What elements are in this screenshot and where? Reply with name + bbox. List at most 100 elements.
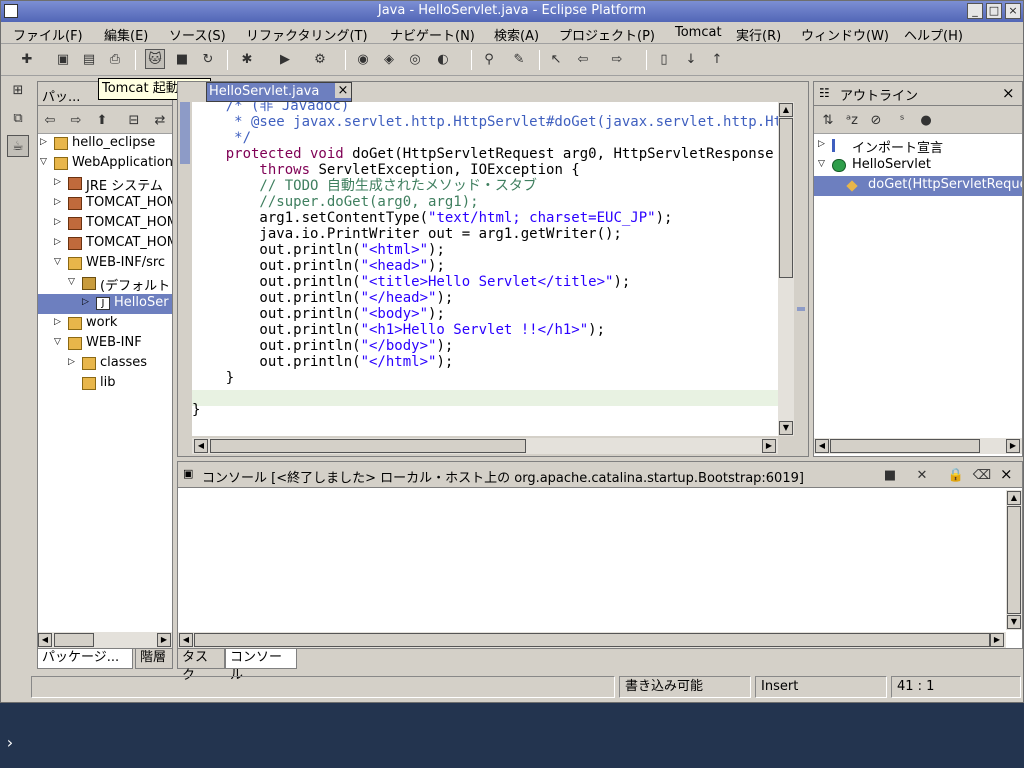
outline-item[interactable]: ▽ HelloServlet xyxy=(814,156,1022,176)
new-package-icon[interactable]: ◈ xyxy=(379,49,399,69)
expand-icon[interactable]: ▷ xyxy=(54,197,61,207)
console-tab[interactable]: ▣ コンソール [<終了しました> ローカル・ホスト上の org.apache.… xyxy=(178,462,1022,488)
close-icon[interactable]: × xyxy=(1002,84,1015,102)
expand-icon[interactable]: ▷ xyxy=(40,137,47,147)
menu-run[interactable]: 実行(R) xyxy=(736,25,781,44)
scroll-down-button[interactable]: ▼ xyxy=(1007,615,1021,629)
console-hscroll[interactable]: ◀ ▶ xyxy=(178,632,1006,648)
show-source-only-icon[interactable]: ▯ xyxy=(654,49,674,69)
expand-icon[interactable]: ▷ xyxy=(818,139,825,149)
clear-console-icon[interactable]: ⌫ xyxy=(972,465,992,485)
remove-launch-icon[interactable]: ✕ xyxy=(912,465,932,485)
tomcat-start-icon[interactable]: 🐱 xyxy=(145,49,165,69)
next-annotation-icon[interactable]: ↓ xyxy=(681,49,701,69)
scroll-thumb[interactable] xyxy=(210,439,526,453)
expand-icon[interactable]: ▷ xyxy=(54,237,61,247)
resource-perspective-icon[interactable]: ⧉ xyxy=(7,107,29,129)
menu-source[interactable]: ソース(S) xyxy=(169,25,226,44)
tomcat-restart-icon[interactable]: ↻ xyxy=(198,49,218,69)
scroll-thumb[interactable] xyxy=(1007,506,1021,614)
tree-item[interactable]: ▷ work xyxy=(38,314,172,334)
link-with-editor-icon[interactable]: ⇄ xyxy=(150,110,170,130)
scroll-right-button[interactable]: ▶ xyxy=(762,439,776,453)
scroll-left-button[interactable]: ◀ xyxy=(194,439,208,453)
save-icon[interactable]: ▣ xyxy=(53,49,73,69)
scroll-left-button[interactable]: ◀ xyxy=(38,633,52,647)
scroll-left-button[interactable]: ◀ xyxy=(815,439,829,453)
alphabetical-sort-icon[interactable]: ᵃz xyxy=(842,110,862,130)
window-titlebar[interactable]: Java - HelloServlet.java - Eclipse Platf… xyxy=(1,1,1023,22)
menu-tomcat[interactable]: Tomcat xyxy=(675,25,722,40)
close-icon[interactable]: × xyxy=(335,83,351,98)
outline-item[interactable]: doGet(HttpServletReque xyxy=(814,176,1022,196)
minimize-button[interactable]: _ xyxy=(967,3,983,19)
menu-search[interactable]: 検索(A) xyxy=(494,25,539,44)
hide-fields-icon[interactable]: ⊘ xyxy=(866,110,886,130)
scroll-down-button[interactable]: ▼ xyxy=(779,421,793,435)
tab-tasks[interactable]: タスク xyxy=(177,649,225,683)
sort-icon[interactable]: ⇅ xyxy=(818,110,838,130)
expand-icon[interactable]: ▷ xyxy=(82,297,89,307)
collapse-icon[interactable]: ▽ xyxy=(40,157,47,167)
tree-item[interactable]: ▽ WEB-INF xyxy=(38,334,172,354)
collapse-icon[interactable]: ▽ xyxy=(54,257,61,267)
last-edit-icon[interactable]: ↖ xyxy=(546,49,566,69)
menu-window[interactable]: ウィンドウ(W) xyxy=(801,25,889,44)
scroll-right-button[interactable]: ▶ xyxy=(1006,439,1020,453)
tab-console[interactable]: コンソール xyxy=(225,649,297,683)
close-icon[interactable]: × xyxy=(1000,465,1013,483)
back-icon[interactable]: ⇦ xyxy=(40,110,60,130)
new-wizard-icon[interactable]: ✚ xyxy=(17,49,37,69)
print-icon[interactable]: ⎙ xyxy=(105,49,125,69)
menu-refactor[interactable]: リファクタリング(T) xyxy=(246,25,368,44)
collapse-icon[interactable]: ▽ xyxy=(54,337,61,347)
tree-item[interactable]: ▷ TOMCAT_HOME/c xyxy=(38,214,172,234)
collapse-all-icon[interactable]: ⊟ xyxy=(124,110,144,130)
tree-item[interactable]: ▽ (デフォルト xyxy=(38,274,172,294)
scroll-up-button[interactable]: ▲ xyxy=(779,103,793,117)
expand-icon[interactable]: ▷ xyxy=(54,177,61,187)
hide-nonpublic-icon[interactable]: ● xyxy=(916,110,936,130)
previous-annotation-icon[interactable]: ↑ xyxy=(707,49,727,69)
run-icon[interactable]: ▶ xyxy=(275,49,295,69)
new-java-project-icon[interactable]: ◉ xyxy=(353,49,373,69)
collapse-icon[interactable]: ▽ xyxy=(68,277,75,287)
collapse-icon[interactable]: ▽ xyxy=(818,159,825,169)
open-perspective-icon[interactable]: ⊞ xyxy=(7,79,29,101)
desktop-chevron-right-icon[interactable]: › xyxy=(0,730,20,756)
tree-item[interactable]: ▷ hello_eclipse xyxy=(38,134,172,154)
annotation-marker[interactable] xyxy=(797,307,805,311)
tree-item[interactable]: ▷ classes xyxy=(38,354,172,374)
console-output[interactable] xyxy=(178,488,1004,630)
menu-help[interactable]: ヘルプ(H) xyxy=(904,25,963,44)
search-icon[interactable]: ⚲ xyxy=(479,49,499,69)
open-type-icon[interactable]: ◐ xyxy=(433,49,453,69)
tree-item[interactable]: ▷ TOMCAT_HOME/c xyxy=(38,194,172,214)
tree-item[interactable]: ▷ TOMCAT_HOME/c xyxy=(38,234,172,254)
tab-package-explorer[interactable]: パッケージ... xyxy=(37,649,133,669)
fold-marker[interactable] xyxy=(180,102,190,164)
menu-project[interactable]: プロジェクト(P) xyxy=(559,25,655,44)
tomcat-stop-icon[interactable]: ■ xyxy=(172,49,192,69)
outline-hscroll[interactable]: ◀ ▶ xyxy=(814,438,1022,454)
scroll-up-button[interactable]: ▲ xyxy=(1007,491,1021,505)
console-vscroll[interactable]: ▲ ▼ xyxy=(1006,490,1022,630)
back-icon[interactable]: ⇦ xyxy=(573,49,593,69)
scroll-left-button[interactable]: ◀ xyxy=(179,633,193,647)
menu-navigate[interactable]: ナビゲート(N) xyxy=(390,25,475,44)
outline-item[interactable]: ▷ インポート宣言 xyxy=(814,136,1022,156)
expand-icon[interactable]: ▷ xyxy=(54,317,61,327)
tree-item[interactable]: lib xyxy=(38,374,172,394)
hide-static-icon[interactable]: ˢ xyxy=(892,110,912,130)
outline-tab[interactable]: ☷ アウトライン × xyxy=(814,82,1022,106)
scroll-thumb[interactable] xyxy=(779,118,793,278)
menu-file[interactable]: ファイル(F) xyxy=(13,25,83,44)
menu-edit[interactable]: 編集(E) xyxy=(104,25,148,44)
scroll-thumb[interactable] xyxy=(54,633,94,647)
java-perspective-icon[interactable]: ☕ xyxy=(7,135,29,157)
tab-hierarchy[interactable]: 階層 xyxy=(135,649,173,669)
scroll-right-button[interactable]: ▶ xyxy=(157,633,171,647)
forward-icon[interactable]: ⇨ xyxy=(66,110,86,130)
open-declaration-icon[interactable]: ✎ xyxy=(509,49,529,69)
editor-vscroll[interactable]: ▲ ▼ xyxy=(778,102,794,436)
